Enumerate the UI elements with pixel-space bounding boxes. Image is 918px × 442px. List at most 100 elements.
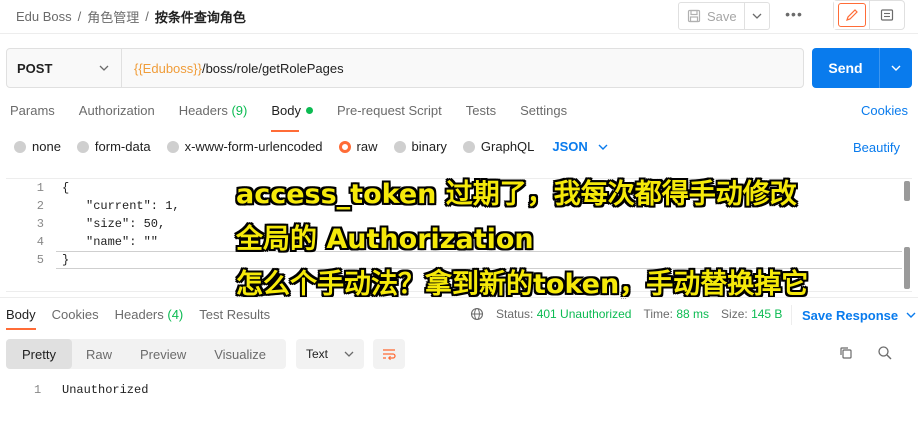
- breadcrumb-separator: /: [77, 9, 82, 24]
- save-icon: [687, 9, 701, 23]
- send-button[interactable]: Send: [812, 48, 880, 88]
- save-button-group: Save: [678, 2, 770, 30]
- save-response-button[interactable]: Save Response: [791, 305, 916, 325]
- copy-icon[interactable]: [838, 345, 858, 365]
- breadcrumb-item-collection[interactable]: Edu Boss: [16, 9, 72, 24]
- view-pretty[interactable]: Pretty: [6, 339, 72, 369]
- format-label: JSON: [552, 139, 588, 154]
- breadcrumb-item-folder[interactable]: 角色管理: [87, 7, 139, 26]
- line-number: 1: [36, 181, 44, 195]
- search-icon[interactable]: [877, 345, 897, 365]
- globe-icon[interactable]: [470, 307, 484, 321]
- edit-button[interactable]: [834, 1, 870, 29]
- top-bar: Edu Boss / 角色管理 / 按条件查询角色 Save •••: [0, 0, 918, 34]
- time-label: Time:: [643, 307, 673, 321]
- url-input[interactable]: {{Eduboss}}/boss/role/getRolePages: [122, 49, 344, 87]
- response-text: Unauthorized: [62, 383, 149, 397]
- annotation-line: access_token 过期了，我每次都得手动修改: [236, 179, 797, 210]
- response-tab-headers[interactable]: Headers (4): [115, 307, 184, 322]
- response-format-select[interactable]: Text: [296, 339, 364, 369]
- view-visualize[interactable]: Visualize: [200, 339, 280, 369]
- line-number: 2: [36, 199, 44, 213]
- code-line: "current": 1,: [86, 199, 180, 213]
- radio-circle: [76, 140, 89, 153]
- wrap-lines-button[interactable]: [373, 339, 405, 369]
- status-readout[interactable]: Status: 401 Unauthorized: [496, 307, 631, 321]
- tab-tests[interactable]: Tests: [466, 103, 496, 125]
- line-number: 3: [36, 217, 44, 231]
- response-tab-body[interactable]: Body: [6, 307, 36, 330]
- chevron-down-icon: [598, 144, 608, 150]
- chevron-down-icon: [752, 13, 762, 19]
- radio-label: raw: [356, 139, 378, 154]
- send-options-button[interactable]: [880, 48, 912, 88]
- radio-raw[interactable]: raw: [338, 139, 378, 154]
- document-icon: [880, 9, 894, 21]
- radio-binary[interactable]: binary: [393, 139, 447, 154]
- request-name[interactable]: 按条件查询角色: [155, 7, 246, 26]
- annotation-overlay: access_token 过期了，我每次都得手动修改 全局的 Authoriza…: [236, 172, 906, 307]
- method-select[interactable]: POST: [7, 49, 122, 87]
- response-tabs: Body Cookies Headers (4) Test Results: [6, 307, 286, 330]
- tab-authorization[interactable]: Authorization: [79, 103, 155, 125]
- tab-body-label: Body: [271, 103, 301, 118]
- status-label: Status:: [496, 307, 534, 321]
- tab-headers-label: Headers: [178, 103, 228, 118]
- response-divider[interactable]: [0, 297, 918, 298]
- annotation-line: 全局的 Authorization: [236, 224, 534, 255]
- size-label: Size:: [721, 307, 748, 321]
- cookies-link[interactable]: Cookies: [861, 103, 908, 118]
- url-variable: {{Eduboss}}: [134, 60, 202, 76]
- url-path: /boss/role/getRolePages: [201, 60, 344, 76]
- documentation-button[interactable]: [870, 1, 904, 29]
- radio-graphql[interactable]: GraphQL: [462, 139, 535, 154]
- radio-label: GraphQL: [480, 139, 535, 154]
- pencil-icon: [845, 9, 858, 21]
- view-raw[interactable]: Raw: [72, 339, 126, 369]
- save-button[interactable]: Save: [679, 3, 745, 29]
- radio-circle: [338, 140, 351, 153]
- send-button-group: Send: [812, 48, 912, 88]
- tab-prerequest-script[interactable]: Pre-request Script: [337, 103, 442, 125]
- response-format-label: Text: [306, 347, 329, 361]
- size-readout[interactable]: Size: 145 B: [721, 307, 782, 321]
- radio-none[interactable]: none: [14, 139, 61, 154]
- line-gutter: 1 2 3 4 5: [6, 179, 50, 291]
- code-line: }: [62, 253, 70, 267]
- beautify-link[interactable]: Beautify: [853, 140, 900, 155]
- save-options-button[interactable]: [745, 13, 769, 19]
- breadcrumb: Edu Boss / 角色管理 / 按条件查询角色: [16, 7, 246, 26]
- tab-body[interactable]: Body: [271, 103, 313, 132]
- save-label: Save: [707, 8, 737, 24]
- radio-urlencoded[interactable]: x-www-form-urlencoded: [166, 139, 323, 154]
- headers-count: (9): [231, 103, 248, 118]
- line-number: 4: [36, 235, 44, 249]
- format-select[interactable]: JSON: [552, 139, 608, 154]
- more-icon[interactable]: •••: [784, 6, 804, 26]
- time-readout[interactable]: Time: 88 ms: [643, 307, 709, 321]
- tab-settings[interactable]: Settings: [520, 103, 567, 125]
- view-toggle: [833, 0, 905, 30]
- chevron-down-icon: [99, 65, 109, 71]
- radio-form-data[interactable]: form-data: [76, 139, 151, 154]
- chevron-down-icon: [906, 312, 916, 318]
- annotation-line: 怎么个手动法？拿到新的token，手动替换掉它: [236, 269, 809, 300]
- line-number: 1: [34, 383, 42, 397]
- radio-label: none: [32, 139, 61, 154]
- response-meta: Status: 401 Unauthorized Time: 88 ms Siz…: [470, 307, 794, 321]
- response-tab-cookies[interactable]: Cookies: [52, 307, 99, 322]
- wrap-lines-icon: [383, 349, 396, 361]
- chevron-down-icon: [344, 351, 354, 357]
- response-tab-test-results[interactable]: Test Results: [199, 307, 270, 322]
- radio-label: x-www-form-urlencoded: [184, 139, 323, 154]
- breadcrumb-separator: /: [145, 9, 149, 24]
- status-value: 401 Unauthorized: [536, 307, 632, 321]
- view-preview[interactable]: Preview: [126, 339, 200, 369]
- radio-circle: [166, 140, 179, 153]
- radio-label: binary: [411, 139, 447, 154]
- time-value: 88 ms: [676, 307, 710, 321]
- radio-circle: [462, 140, 475, 153]
- tab-params[interactable]: Params: [10, 103, 55, 125]
- tab-headers[interactable]: Headers (9): [179, 103, 248, 125]
- save-response-label: Save Response: [802, 307, 899, 323]
